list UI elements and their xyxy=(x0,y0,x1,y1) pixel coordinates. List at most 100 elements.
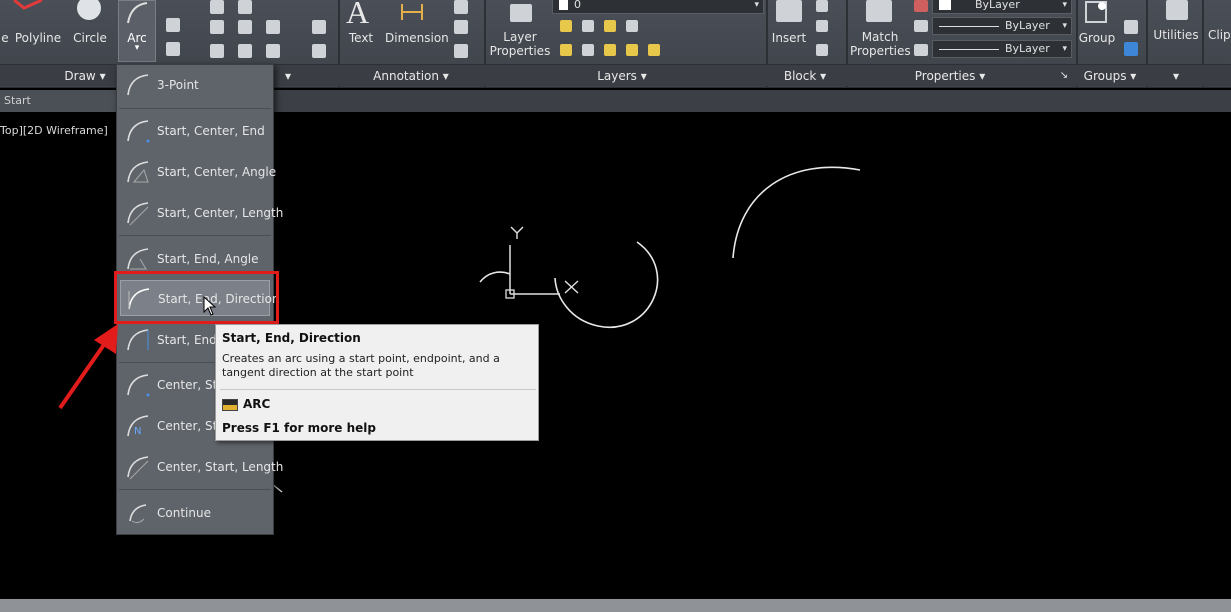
edit-block-icon[interactable] xyxy=(816,20,828,32)
offset-icon[interactable] xyxy=(312,44,326,58)
polyline-button[interactable]: Polyline xyxy=(13,31,63,45)
insert-button[interactable]: Insert xyxy=(770,31,808,45)
color-combo[interactable]: ByLayer ▾ xyxy=(932,0,1072,14)
layer-lock-icon[interactable] xyxy=(626,20,638,32)
match-properties-button[interactable]: Match Properties xyxy=(850,30,911,58)
lineweight-value: ByLayer xyxy=(1005,19,1050,32)
match-layer-icon[interactable] xyxy=(582,44,594,56)
annotation-panel-title[interactable]: Annotation ▾ xyxy=(366,67,456,85)
linetype-combo[interactable]: ByLayer ▾ xyxy=(932,40,1072,58)
partial-button-label[interactable]: e xyxy=(0,31,10,45)
menu-item-center-start-length[interactable]: Center, Start, Length xyxy=(120,449,283,485)
erase-icon[interactable] xyxy=(312,20,326,34)
tooltip-command: ARC xyxy=(243,397,271,411)
utilities-button[interactable]: Utilities xyxy=(1152,28,1200,42)
draw-panel-title-text: Draw xyxy=(64,69,96,83)
drawn-arc[interactable] xyxy=(732,166,861,259)
group-icon xyxy=(1085,1,1107,23)
arc-center-start-length-icon xyxy=(127,456,149,480)
tooltip-title: Start, End, Direction xyxy=(222,331,361,345)
layer-walk-icon[interactable] xyxy=(626,44,638,56)
menu-item-3-point[interactable]: 3-Point xyxy=(120,67,270,103)
leader-icon[interactable] xyxy=(454,0,468,14)
menu-item-label: Start, End, Angle xyxy=(157,252,259,266)
lineweight-combo[interactable]: ByLayer ▾ xyxy=(932,17,1072,35)
groups-panel-title[interactable]: Groups ▾ xyxy=(1078,67,1142,85)
menu-item-start-center-end[interactable]: Start, Center, End xyxy=(120,113,270,149)
layer-off-icon[interactable] xyxy=(560,20,572,32)
menu-separator xyxy=(119,235,271,236)
menu-item-start-center-length[interactable]: Start, Center, Length xyxy=(120,195,283,231)
highlight-annotation-box xyxy=(114,271,279,324)
text-button[interactable]: Text xyxy=(344,31,378,45)
block-panel-title-text: Block xyxy=(783,69,817,83)
arc-3-point-icon xyxy=(127,74,149,96)
table-icon[interactable] xyxy=(454,44,468,58)
chevron-down-icon: ▾ xyxy=(134,43,140,53)
chevron-down-icon: ▾ xyxy=(754,0,759,10)
stretch-icon[interactable] xyxy=(210,44,224,58)
line-sample xyxy=(939,25,999,27)
chevron-down-icon: ▾ xyxy=(1062,21,1067,31)
menu-item-label: 3-Point xyxy=(157,78,199,92)
tab-start[interactable]: Start xyxy=(0,90,118,112)
annotation-panel-title-text: Annotation xyxy=(373,69,439,83)
copy-icon[interactable] xyxy=(210,20,224,34)
mirror-icon[interactable] xyxy=(238,20,252,34)
arc-start-center-angle-icon xyxy=(127,161,149,183)
gradient-icon[interactable] xyxy=(166,42,180,56)
properties-panel-title-text: Properties xyxy=(914,69,976,83)
lineweight-icon xyxy=(914,20,928,32)
group-button[interactable]: Group xyxy=(1076,31,1118,45)
menu-item-start-center-angle[interactable]: Start, Center, Angle xyxy=(120,154,276,190)
scale-icon[interactable] xyxy=(238,44,252,58)
drawn-arc[interactable] xyxy=(554,241,659,329)
linetype-icon xyxy=(914,44,928,56)
circle-button[interactable]: Circle xyxy=(70,31,110,45)
menu-separator xyxy=(119,489,271,490)
tooltip-separator xyxy=(220,389,536,390)
linetype-value: ByLayer xyxy=(1005,42,1050,55)
draw-panel-title[interactable]: Draw ▾ xyxy=(60,67,110,85)
ungroup-icon[interactable] xyxy=(1124,20,1138,34)
status-bar xyxy=(0,599,1231,612)
utilities-dropdown[interactable]: ▾ xyxy=(1164,67,1188,85)
layer-color-swatch xyxy=(559,0,568,10)
block-panel-title[interactable]: Block ▾ xyxy=(776,67,834,85)
layer-isolate-icon[interactable] xyxy=(582,20,594,32)
layer-properties-button[interactable]: Layer Properties xyxy=(488,30,552,58)
hatch-icon[interactable] xyxy=(166,18,180,32)
menu-item-label: Center, Start, Length xyxy=(157,460,284,474)
layer-freeze-icon[interactable] xyxy=(604,20,616,32)
color-value: ByLayer xyxy=(975,0,1020,11)
move-icon[interactable] xyxy=(210,0,224,14)
red-arrow-annotation-icon xyxy=(58,324,118,410)
layer-merge-icon[interactable] xyxy=(648,44,660,56)
viewport-controls[interactable]: Top][2D Wireframe] xyxy=(0,124,108,137)
array-icon[interactable] xyxy=(266,44,280,58)
properties-launcher-icon[interactable]: ↘ xyxy=(1058,67,1070,85)
rotate-icon[interactable] xyxy=(238,0,252,14)
drawn-arc[interactable] xyxy=(479,271,511,283)
group-selection-icon[interactable] xyxy=(1124,42,1138,56)
tooltip-description: Creates an arc using a start point, endp… xyxy=(222,352,500,379)
make-current-icon[interactable] xyxy=(560,44,572,56)
groups-panel-title-text: Groups xyxy=(1083,69,1127,83)
create-block-icon[interactable] xyxy=(816,0,828,12)
clipboard-button[interactable]: Clip xyxy=(1208,28,1231,42)
dimension-button[interactable]: Dimension xyxy=(385,31,449,45)
multileader-icon[interactable] xyxy=(454,20,468,34)
rectangle-icon xyxy=(13,0,43,10)
layer-combo[interactable]: 0 ▾ xyxy=(552,0,764,14)
properties-panel-title[interactable]: Properties ▾ xyxy=(910,67,990,85)
modify-panel-title-arrow[interactable]: ▾ xyxy=(280,67,296,85)
arc-button[interactable]: Arc ▾ xyxy=(118,0,156,62)
fillet-icon[interactable] xyxy=(266,20,280,34)
layers-panel-title[interactable]: Layers ▾ xyxy=(590,67,654,85)
layer-previous-icon[interactable] xyxy=(604,44,616,56)
edit-attributes-icon[interactable] xyxy=(816,44,828,56)
menu-item-continue[interactable]: Continue xyxy=(120,495,270,531)
menu-item-label: Continue xyxy=(157,506,211,520)
chevron-down-icon: ▾ xyxy=(1062,0,1067,10)
arc-start-center-end-icon xyxy=(127,120,150,143)
